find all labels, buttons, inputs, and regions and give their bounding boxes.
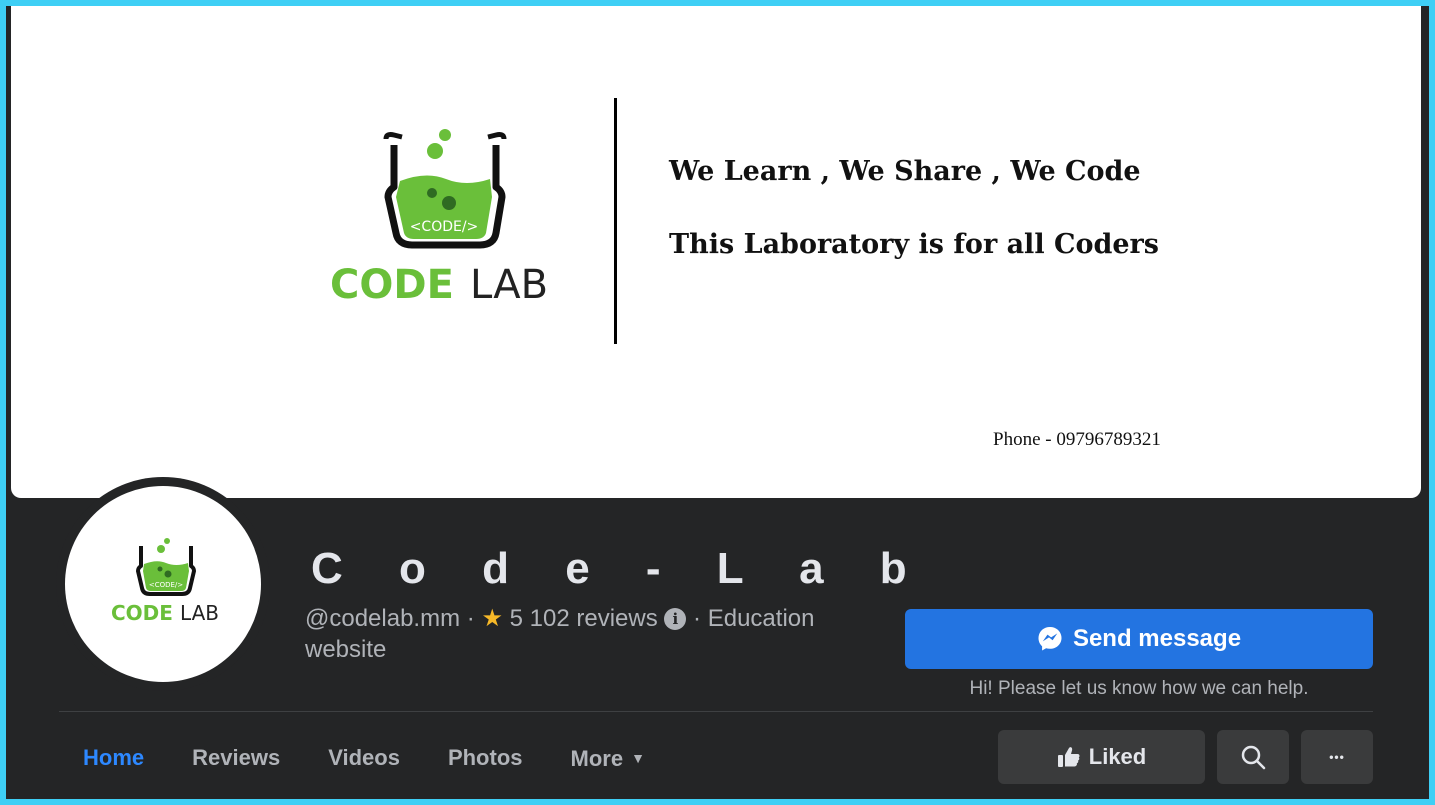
caret-down-icon: ▼ — [631, 750, 645, 766]
logo-tag: <CODE/> — [410, 219, 479, 235]
code-lab-logo-icon: <CODE/> CODE LAB — [330, 129, 548, 308]
header-divider — [59, 711, 1373, 712]
cover-divider — [614, 98, 617, 344]
search-icon — [1241, 745, 1266, 770]
star-icon: ★ — [481, 605, 503, 632]
cover-logo: <CODE/> CODE LAB — [316, 121, 576, 311]
page-frame: <CODE/> CODE LAB We Learn , We Share , W… — [6, 6, 1429, 799]
meta-separator: · — [466, 605, 475, 632]
brand-lab-text: LAB — [470, 262, 548, 308]
code-lab-logo-icon: <CODE/> CODE LAB — [111, 538, 219, 625]
logo-tag: <CODE/> — [149, 581, 183, 589]
info-icon[interactable]: i — [664, 608, 687, 630]
send-message-button[interactable]: Send message — [905, 609, 1373, 669]
tab-videos[interactable]: Videos — [304, 728, 424, 788]
brand-code-text: CODE — [330, 262, 454, 308]
page-meta: @codelab.mm · ★ 5 102 reviews i · Educat… — [305, 603, 865, 665]
cover-tagline-1: We Learn , We Share , We Code — [669, 156, 1141, 187]
cover-tagline-2: This Laboratory is for all Coders — [669, 229, 1159, 260]
tab-more[interactable]: More ▼ — [547, 728, 669, 788]
more-options-button[interactable]: ••• — [1301, 730, 1373, 784]
tab-reviews[interactable]: Reviews — [168, 728, 304, 788]
tab-home[interactable]: Home — [59, 728, 168, 788]
page-handle: @codelab.mm — [305, 605, 461, 632]
cover-photo[interactable]: <CODE/> CODE LAB We Learn , We Share , W… — [11, 6, 1421, 498]
send-message-hint: Hi! Please let us know how we can help. — [969, 678, 1309, 699]
search-button[interactable] — [1217, 730, 1289, 784]
liked-label: Liked — [1088, 744, 1147, 769]
brand-lab-text: LAB — [180, 601, 219, 625]
meta-separator: · — [693, 605, 702, 632]
cover-phone: Phone - 09796789321 — [993, 429, 1161, 450]
tab-more-label: More — [570, 746, 624, 771]
brand-code-text: CODE — [111, 601, 173, 625]
reviews-link[interactable]: 5 102 reviews — [510, 605, 658, 632]
avatar[interactable]: <CODE/> CODE LAB — [65, 486, 261, 682]
liked-button[interactable]: Liked — [998, 730, 1205, 784]
page-tabs: Home Reviews Videos Photos More ▼ — [59, 728, 669, 788]
send-message-label: Send message — [1072, 625, 1242, 652]
page-title: C o d e - L a b — [311, 544, 929, 593]
messenger-icon — [1038, 627, 1062, 651]
thumbs-up-icon — [1057, 747, 1080, 767]
tab-photos[interactable]: Photos — [424, 728, 547, 788]
more-dots-icon: ••• — [1329, 750, 1345, 764]
